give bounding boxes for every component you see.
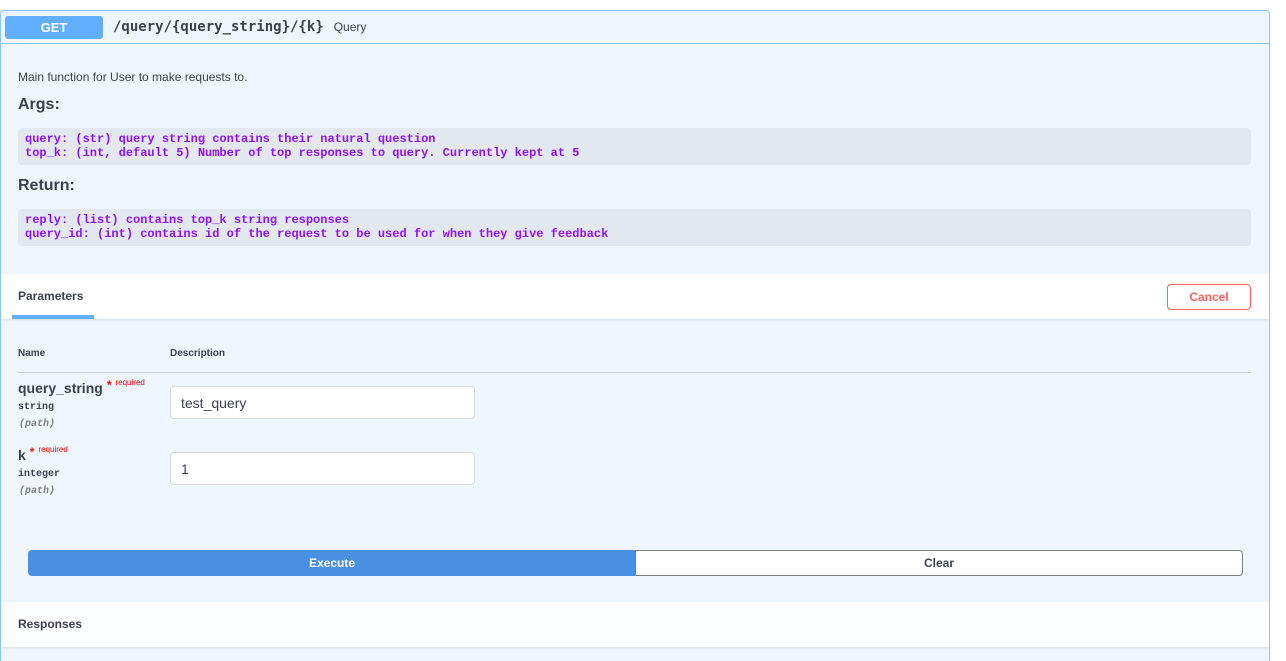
param-type: string <box>18 402 55 413</box>
clear-button[interactable]: Clear <box>635 550 1243 576</box>
parameters-header: Parameters Cancel <box>1 274 1269 319</box>
param-name-label: k <box>18 447 26 463</box>
required-star: * <box>29 445 35 459</box>
param-name-query-string: query_string * required <box>18 378 145 396</box>
column-header-name: Name <box>18 348 46 359</box>
execute-button[interactable]: Execute <box>28 550 636 576</box>
responses-title: Responses <box>18 617 83 631</box>
cancel-button[interactable]: Cancel <box>1167 284 1251 310</box>
return-code-line: reply: (list) contains top_k string resp… <box>25 213 350 227</box>
table-divider <box>18 372 1251 373</box>
tab-active-indicator <box>12 315 94 319</box>
endpoint-summary: Query <box>333 20 367 34</box>
return-code-block: reply: (list) contains top_k string resp… <box>18 209 1251 246</box>
endpoint-description: Main function for User to make requests … <box>18 70 248 84</box>
args-code-block: query: (str) query string contains their… <box>18 128 1251 165</box>
return-heading: Return: <box>18 177 75 194</box>
args-code-line: query: (str) query string contains their… <box>25 132 436 146</box>
method-badge: GET <box>5 15 103 39</box>
tab-parameters[interactable]: Parameters <box>18 289 83 303</box>
endpoint-path: /query/{query_string}/{k} <box>113 19 324 35</box>
args-code-line: top_k: (int, default 5) Number of top re… <box>25 146 580 160</box>
operation-summary[interactable]: GET /query/{query_string}/{k} Query <box>1 11 1269 44</box>
required-label: required <box>38 445 68 454</box>
query-string-input[interactable]: test_query <box>170 386 475 419</box>
k-input[interactable]: 1 <box>170 452 475 485</box>
param-location: (path) <box>19 419 56 430</box>
required-label: required <box>115 378 145 387</box>
param-name-k: k * required <box>18 445 68 463</box>
param-name-label: query_string <box>18 380 103 396</box>
param-type: integer <box>18 469 61 480</box>
responses-header: Responses <box>1 602 1269 647</box>
column-header-description: Description <box>170 348 226 359</box>
args-heading: Args: <box>18 96 60 113</box>
operation-block-get-query: GET /query/{query_string}/{k} Query Main… <box>0 10 1270 661</box>
return-code-line: query_id: (int) contains id of the reque… <box>25 227 609 241</box>
required-star: * <box>106 378 112 392</box>
param-location: (path) <box>19 486 56 497</box>
